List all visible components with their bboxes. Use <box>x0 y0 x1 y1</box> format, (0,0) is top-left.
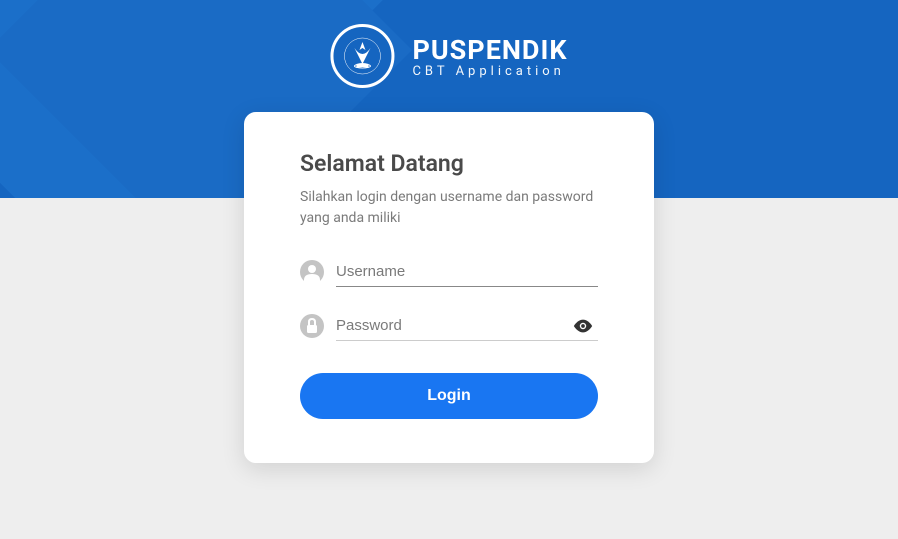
welcome-title: Selamat Datang <box>300 150 598 177</box>
emblem-icon <box>342 36 382 76</box>
welcome-subtitle: Silahkan login dengan username dan passw… <box>300 187 598 229</box>
eye-icon[interactable] <box>572 315 594 337</box>
login-button[interactable]: Login <box>300 373 598 419</box>
username-input[interactable] <box>336 257 598 287</box>
brand-subtitle: CBT Application <box>412 64 567 79</box>
user-icon <box>300 260 324 284</box>
brand-title: PUSPENDIK <box>412 34 567 66</box>
login-card: Selamat Datang Silahkan login dengan use… <box>244 112 654 463</box>
logo-emblem <box>330 24 394 88</box>
password-field <box>300 311 598 341</box>
brand-text-block: PUSPENDIK CBT Application <box>412 34 567 79</box>
lock-icon <box>300 314 324 338</box>
password-input[interactable] <box>336 311 598 341</box>
brand-header: PUSPENDIK CBT Application <box>330 24 567 88</box>
username-field <box>300 257 598 287</box>
